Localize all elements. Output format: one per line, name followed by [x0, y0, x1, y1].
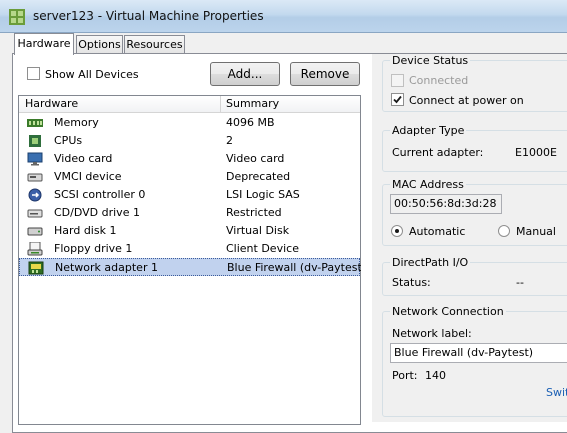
hardware-name: VMCI device — [54, 170, 122, 183]
column-separator[interactable] — [220, 96, 221, 113]
network-label-caption: Network label: — [392, 327, 472, 340]
connected-checkbox[interactable] — [391, 74, 404, 87]
hardware-row-memory[interactable]: Memory 4096 MB — [19, 114, 360, 132]
device-icon — [27, 173, 43, 182]
scsi-icon — [28, 188, 42, 202]
hard-disk-icon — [27, 227, 43, 236]
vsphere-app-icon — [9, 9, 25, 25]
hardware-name: Video card — [54, 152, 113, 165]
hardware-summary: Client Device — [226, 242, 299, 255]
network-label-dropdown[interactable]: Blue Firewall (dv-Paytest) — [390, 343, 567, 363]
current-adapter-label: Current adapter: — [392, 146, 484, 159]
hardware-name: Floppy drive 1 — [54, 242, 133, 255]
directpath-status-label: Status: — [392, 276, 431, 289]
add-button[interactable]: Add... — [210, 62, 280, 86]
mac-manual-radio[interactable] — [498, 225, 510, 237]
title-bar: server123 - Virtual Machine Properties — [0, 0, 567, 33]
hardware-name: Hard disk 1 — [54, 224, 117, 237]
hardware-row-video-card[interactable]: Video card Video card — [19, 150, 360, 168]
mac-address-field[interactable]: 00:50:56:8d:3d:28 — [390, 194, 502, 214]
hardware-row-cpus[interactable]: CPUs 2 — [19, 132, 360, 150]
port-label: Port: — [392, 369, 418, 382]
hardware-list-header: Hardware Summary — [19, 96, 360, 113]
monitor-icon — [27, 152, 43, 166]
remove-button[interactable]: Remove — [290, 62, 360, 86]
column-header-hardware[interactable]: Hardware — [25, 97, 78, 110]
mac-automatic-radio[interactable] — [391, 225, 403, 237]
hardware-list: Hardware Summary Memory 4096 MB CPUs 2 V… — [18, 95, 361, 425]
floppy-icon — [27, 242, 43, 256]
hardware-name: CPUs — [54, 134, 83, 147]
directpath-status-value: -- — [516, 276, 524, 289]
hardware-summary: Video card — [226, 152, 285, 165]
switch-link[interactable]: Swit — [546, 386, 567, 399]
checkmark-icon — [393, 95, 402, 104]
column-header-summary[interactable]: Summary — [226, 97, 279, 110]
hardware-row-floppy-drive[interactable]: Floppy drive 1 Client Device — [19, 240, 360, 258]
connect-at-power-on-label: Connect at power on — [409, 94, 524, 107]
hardware-row-scsi-controller[interactable]: SCSI controller 0 LSI Logic SAS — [19, 186, 360, 204]
hardware-name: CD/DVD drive 1 — [54, 206, 140, 219]
hardware-summary: 2 — [226, 134, 233, 147]
hardware-summary: Restricted — [226, 206, 282, 219]
hardware-name: Network adapter 1 — [55, 261, 158, 274]
hardware-row-vmci-device[interactable]: VMCI device Deprecated — [19, 168, 360, 186]
hardware-name: SCSI controller 0 — [54, 188, 146, 201]
hardware-summary: Blue Firewall (dv-Paytest) — [227, 261, 361, 274]
network-adapter-icon — [28, 261, 44, 275]
window-title: server123 - Virtual Machine Properties — [33, 9, 264, 23]
cpu-icon — [29, 135, 41, 147]
hardware-row-network-adapter[interactable]: Network adapter 1 Blue Firewall (dv-Payt… — [19, 258, 361, 276]
connected-label: Connected — [409, 74, 469, 87]
tab-resources[interactable]: Resources — [124, 35, 185, 54]
hardware-summary: LSI Logic SAS — [226, 188, 300, 201]
hardware-summary: Virtual Disk — [226, 224, 290, 237]
hardware-row-hard-disk[interactable]: Hard disk 1 Virtual Disk — [19, 222, 360, 240]
hardware-summary: 4096 MB — [226, 116, 275, 129]
mac-address-title: MAC Address — [390, 178, 466, 191]
cd-drive-icon — [27, 209, 43, 218]
port-value: 140 — [425, 369, 446, 382]
hardware-summary: Deprecated — [226, 170, 291, 183]
tab-options[interactable]: Options — [76, 35, 123, 54]
mac-automatic-label: Automatic — [409, 225, 466, 238]
device-status-title: Device Status — [390, 54, 471, 67]
connect-at-power-on-checkbox[interactable] — [391, 93, 404, 106]
hardware-name: Memory — [54, 116, 99, 129]
current-adapter-value: E1000E — [515, 146, 557, 159]
tab-hardware[interactable]: Hardware — [14, 33, 74, 55]
adapter-type-title: Adapter Type — [390, 124, 467, 137]
directpath-title: DirectPath I/O — [390, 256, 471, 269]
network-connection-title: Network Connection — [390, 305, 506, 318]
show-all-devices-checkbox[interactable] — [27, 67, 40, 80]
memory-icon — [27, 119, 43, 127]
show-all-devices-label: Show All Devices — [45, 68, 139, 81]
mac-manual-label: Manual — [516, 225, 556, 238]
hardware-row-cd-dvd-drive[interactable]: CD/DVD drive 1 Restricted — [19, 204, 360, 222]
